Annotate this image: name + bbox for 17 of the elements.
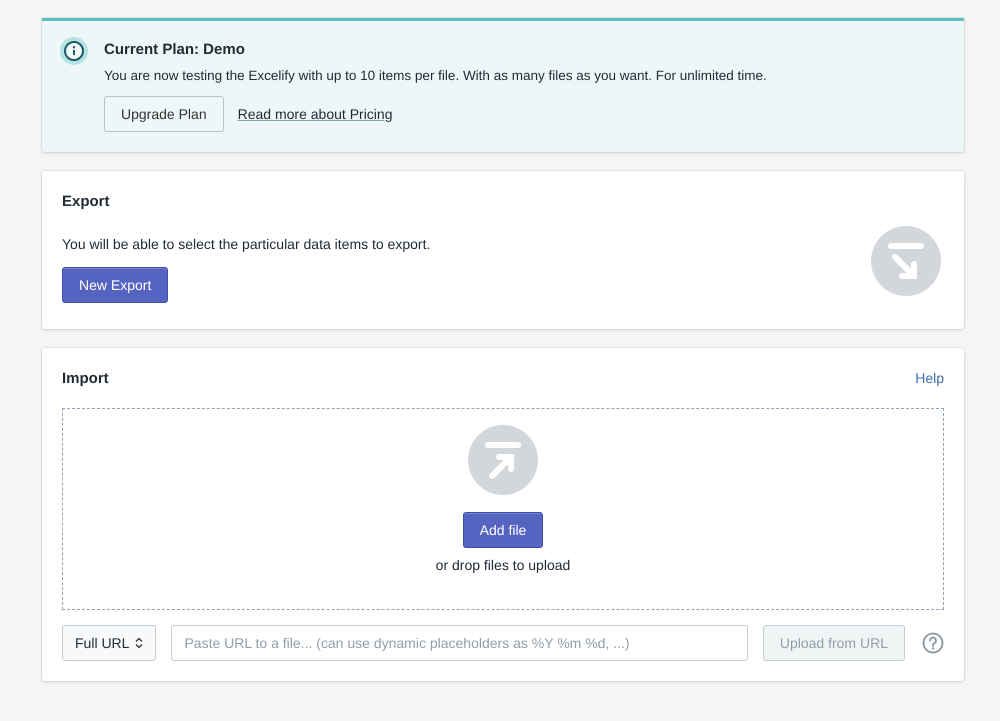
upgrade-plan-button[interactable]: Upgrade Plan [104, 96, 224, 132]
pricing-link[interactable]: Read more about Pricing [238, 106, 392, 122]
add-file-button[interactable]: Add file [462, 512, 544, 548]
help-icon[interactable] [922, 632, 944, 654]
updown-caret-icon [135, 637, 144, 649]
drop-hint: or drop files to upload [436, 557, 570, 573]
banner-message: You are now testing the Excelify with up to 10 items per file. With as many files as you want. For unlimited time. [104, 68, 767, 83]
url-type-select[interactable]: Full URL [62, 625, 156, 661]
banner-title: Current Plan: Demo [104, 41, 246, 58]
drop-zone[interactable]: Add file or drop files to upload [62, 408, 944, 610]
help-link[interactable]: Help [915, 370, 944, 386]
new-export-button[interactable]: New Export [62, 267, 168, 303]
url-input-field[interactable]: Paste URL to a file... (can use dynamic placeholders as %Y %m %d, ...) [171, 625, 748, 661]
import-title: Import [62, 370, 109, 387]
info-icon [60, 37, 88, 65]
export-title: Export [62, 193, 110, 210]
export-description: You will be able to select the particular data items to export. [62, 236, 430, 252]
